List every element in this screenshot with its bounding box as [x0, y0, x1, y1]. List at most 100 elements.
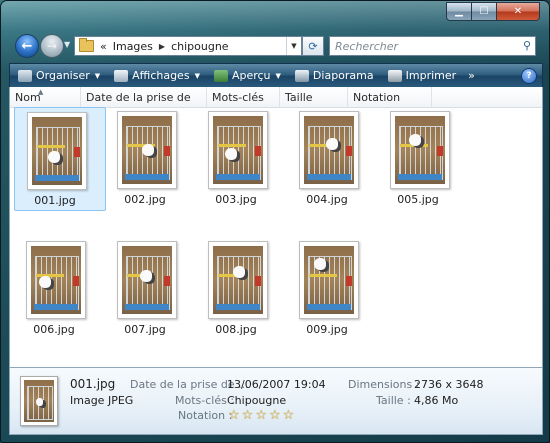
folder-icon [79, 38, 94, 52]
star-icon[interactable]: ☆ [283, 408, 295, 423]
star-icon[interactable]: ☆ [269, 408, 281, 423]
maximize-button[interactable]: ☐ [472, 2, 497, 21]
cage-shelf-shape [218, 144, 246, 147]
close-button[interactable]: ✕ [497, 2, 540, 21]
star-icon[interactable]: ☆ [228, 408, 240, 423]
minimize-button[interactable]: ▁ [446, 2, 472, 21]
column-header-name[interactable]: ▲ Nom [10, 87, 81, 107]
address-overflow[interactable]: « [100, 40, 107, 53]
cage-base-shape [35, 175, 79, 181]
address-bar[interactable]: « Images ▶ chipougne ▼ [74, 36, 302, 56]
cat-shape [314, 258, 326, 270]
file-thumbnail[interactable]: 003.jpg [196, 107, 268, 207]
refresh-icon: ⟳ [308, 39, 318, 53]
apercu-label: Aperçu [231, 69, 271, 82]
file-thumbnail[interactable]: 006.jpg [14, 237, 86, 337]
imprimer-button[interactable]: Imprimer [387, 69, 457, 82]
cat-shape [225, 148, 237, 160]
breadcrumb-chipougne[interactable]: chipougne [171, 40, 228, 53]
accent-shape [437, 146, 443, 156]
rating-stars[interactable]: ☆ ☆ ☆ ☆ ☆ [228, 408, 296, 423]
photo-thumbnail [24, 380, 54, 422]
file-list-pane: ▲ Nom Date de la prise de vue Mots-clés … [9, 87, 543, 367]
details-filetype: Image JPEG [70, 394, 134, 407]
file-thumbnail[interactable]: 007.jpg [105, 237, 177, 337]
more-commands-button[interactable]: » [468, 69, 475, 82]
search-input[interactable]: Rechercher [335, 40, 398, 53]
back-button[interactable]: ← [15, 34, 39, 58]
file-thumbnail[interactable]: 009.jpg [287, 237, 359, 337]
refresh-button[interactable]: ⟳ [302, 36, 324, 56]
file-thumbnail[interactable]: 008.jpg [196, 237, 268, 337]
details-date-value[interactable]: 13/06/2007 19:04 [227, 378, 326, 391]
minimize-icon: ▁ [455, 6, 463, 17]
column-header-label: Taille [285, 91, 313, 104]
close-icon: ✕ [513, 6, 523, 17]
views-icon [114, 69, 129, 82]
cage-base-shape [307, 174, 351, 180]
breadcrumb-separator-icon[interactable]: ▶ [159, 42, 165, 51]
details-filename: 001.jpg [70, 377, 116, 391]
organize-icon [18, 69, 32, 82]
breadcrumb-images[interactable]: Images [113, 40, 153, 53]
search-icon[interactable]: ⚲ [523, 39, 531, 52]
details-rating-label: Notation : [178, 409, 233, 422]
column-header-size[interactable]: Taille [280, 87, 348, 107]
photo-thumbnail [32, 117, 82, 185]
arrow-left-icon: ← [21, 38, 33, 54]
preview-icon [213, 69, 228, 82]
accent-shape [74, 147, 80, 157]
accent-shape [346, 146, 352, 156]
diaporama-button[interactable]: Diaporama [294, 69, 374, 82]
accent-shape [255, 146, 261, 156]
more-commands-icon: » [468, 69, 475, 82]
column-header-date[interactable]: Date de la prise de vue [81, 87, 207, 126]
help-button[interactable]: ? [521, 68, 537, 84]
search-box[interactable]: Rechercher ⚲ [329, 36, 536, 56]
column-header-keywords[interactable]: Mots-clés [207, 87, 280, 107]
star-icon[interactable]: ☆ [242, 408, 254, 423]
details-keywords-value[interactable]: Chipougne [227, 394, 286, 407]
file-thumbnail[interactable]: 001.jpg [14, 107, 106, 211]
thumbnail-frame [299, 111, 359, 189]
file-thumbnail[interactable]: 004.jpg [287, 107, 359, 207]
forward-button[interactable]: → [40, 34, 64, 58]
sort-ascending-icon: ▲ [38, 88, 44, 96]
file-name-label: 001.jpg [34, 194, 76, 207]
address-dropdown-button[interactable]: ▼ [286, 37, 301, 55]
column-header-rating[interactable]: Notation [348, 87, 432, 107]
chevron-down-icon: ▼ [275, 71, 281, 80]
affichages-button[interactable]: Affichages ▼ [114, 69, 200, 82]
chevron-down-icon: ▼ [64, 40, 71, 49]
command-bar: Organiser ▼ Affichages ▼ Aperçu ▼ Diapor… [9, 63, 543, 88]
help-icon: ? [526, 71, 532, 81]
chevron-down-icon: ▼ [194, 71, 200, 80]
photo-thumbnail [122, 116, 172, 184]
photo-thumbnail [122, 246, 172, 314]
affichages-label: Affichages [132, 69, 190, 82]
caption-buttons: ▁ ☐ ✕ [446, 2, 540, 21]
column-header-label: Notation [353, 91, 401, 104]
accent-shape [164, 146, 170, 156]
cat-shape [233, 266, 245, 278]
organiser-button[interactable]: Organiser ▼ [18, 69, 100, 82]
explorer-window: ▁ ☐ ✕ ← → ▼ « Images ▶ chipougne ▼ ⟳ Rec… [0, 0, 550, 443]
file-thumbnail[interactable]: 005.jpg [378, 107, 450, 207]
file-thumbnail[interactable]: 002.jpg [105, 107, 177, 207]
cage-base-shape [125, 304, 169, 310]
imprimer-label: Imprimer [405, 69, 457, 82]
file-name-label: 006.jpg [33, 323, 75, 336]
details-thumbnail [20, 376, 58, 426]
apercu-button[interactable]: Aperçu ▼ [213, 69, 281, 82]
star-icon[interactable]: ☆ [255, 408, 267, 423]
accent-shape [73, 276, 79, 286]
details-pane: 001.jpg Image JPEG Date de la prise de .… [9, 367, 543, 435]
cat-shape [48, 151, 60, 163]
cage-base-shape [307, 304, 351, 310]
file-name-label: 004.jpg [306, 193, 348, 206]
details-size-label: Taille : [376, 394, 411, 407]
photo-thumbnail [213, 246, 263, 314]
recent-pages-button[interactable]: ▼ [64, 40, 70, 49]
cage-base-shape [125, 174, 169, 180]
cage-shelf-shape [37, 145, 65, 148]
